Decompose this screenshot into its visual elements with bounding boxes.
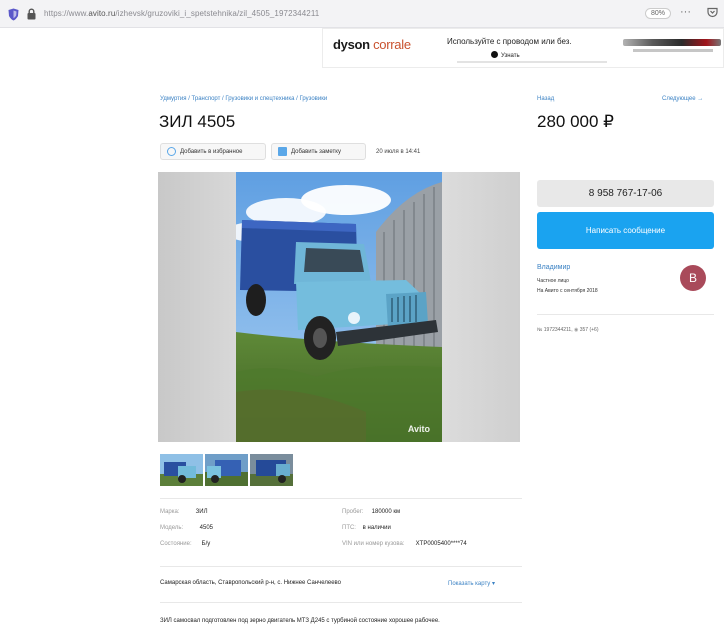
- views-count: 357 (+6): [579, 327, 599, 333]
- param-condition: Состояние: Б/у: [160, 541, 210, 547]
- breadcrumb[interactable]: Удмуртия / Транспорт / Грузовики и спецт…: [160, 96, 327, 102]
- shield-icon[interactable]: [8, 8, 19, 21]
- section-divider: [537, 314, 714, 315]
- section-divider: [160, 602, 522, 603]
- param-brand: Марка: ЗИЛ: [160, 509, 208, 515]
- ad-banner[interactable]: dyson corrale Используйте с проводом или…: [322, 28, 724, 68]
- ad-product-image-shadow: [633, 49, 713, 52]
- thumbnail-3-image: [250, 454, 293, 486]
- next-listing-link[interactable]: Следующее →: [662, 96, 703, 102]
- seller-name-link[interactable]: Владимир: [537, 264, 570, 271]
- gallery-prev-area[interactable]: [158, 172, 236, 442]
- param-label: Модель:: [160, 525, 184, 531]
- seller-since: На Авито с сентября 2018: [537, 288, 598, 294]
- ad-button-label: Узнать: [501, 53, 520, 59]
- param-value: 180000 км: [371, 509, 401, 515]
- lock-icon[interactable]: [26, 8, 37, 20]
- show-map-link[interactable]: Показать карту ▾: [448, 580, 495, 587]
- ad-id-and-views: № 1972344211, ◉ 357 (+6): [537, 327, 599, 333]
- url-path: /izhevsk/gruzoviki_i_spetstehnika/zil_45…: [115, 9, 320, 18]
- listing-description: ЗИЛ самосвал подготовлен под зерно двига…: [160, 618, 440, 624]
- param-label: Марка:: [160, 509, 180, 515]
- truck-photo: [236, 172, 442, 442]
- main-photo[interactable]: Avito: [236, 172, 442, 442]
- ad-product: corrale: [373, 37, 411, 52]
- ad-brand: dyson: [333, 37, 370, 52]
- ad-text: Используйте с проводом или без.: [447, 37, 572, 46]
- param-value: Б/у: [201, 541, 211, 547]
- pocket-icon[interactable]: [707, 7, 718, 18]
- thumbnail-1[interactable]: [160, 454, 203, 486]
- thumbnail-3[interactable]: [250, 454, 293, 486]
- param-pts: ПТС: в наличии: [342, 525, 391, 531]
- heart-icon: [167, 147, 176, 156]
- arrow-circle-icon: [491, 51, 498, 58]
- param-value: XTP0005400****74: [415, 541, 467, 547]
- note-label: Добавить заметку: [291, 148, 341, 155]
- send-message-button[interactable]: Написать сообщение: [537, 212, 714, 249]
- param-label: VIN или номер кузова:: [342, 541, 405, 547]
- prev-listing-link[interactable]: Назад: [537, 96, 554, 102]
- ad-product-image: [623, 39, 721, 46]
- photo-gallery[interactable]: Avito: [158, 172, 520, 442]
- param-model: Модель: 4505: [160, 525, 213, 531]
- thumbnail-2[interactable]: [205, 454, 248, 486]
- seller-type: Частное лицо: [537, 278, 569, 284]
- ad-fine-print: [457, 61, 607, 63]
- param-label: Состояние:: [160, 541, 192, 547]
- note-icon: [278, 147, 287, 156]
- gallery-next-area[interactable]: [442, 172, 520, 442]
- param-value: ЗИЛ: [195, 509, 208, 515]
- avito-watermark: Avito: [407, 424, 430, 434]
- thumbnail-2-image: [205, 454, 248, 486]
- eye-icon: ◉: [573, 327, 579, 333]
- param-label: Пробег:: [342, 509, 364, 515]
- url-prefix: https://www.: [44, 9, 89, 18]
- thumbnail-1-image: [160, 454, 203, 486]
- ad-logo: dyson corrale: [333, 37, 411, 52]
- show-phone-button[interactable]: 8 958 767-17-06: [537, 180, 714, 207]
- url-domain: avito.ru: [88, 9, 116, 18]
- section-divider: [160, 498, 522, 499]
- favorites-label: Добавить в избранное: [180, 148, 243, 155]
- param-value: 4505: [199, 525, 214, 531]
- browser-toolbar: https://www.avito.ru/izhevsk/gruzoviki_i…: [0, 0, 724, 28]
- page-actions-button[interactable]: ···: [680, 6, 691, 18]
- param-mileage: Пробег: 180000 км: [342, 509, 400, 515]
- ad-id: № 1972344211,: [537, 327, 574, 333]
- thumbnail-strip: [160, 454, 293, 486]
- param-value: в наличии: [362, 525, 391, 531]
- zoom-indicator[interactable]: 80%: [645, 8, 672, 19]
- page-title: ЗИЛ 4505: [159, 112, 236, 131]
- param-vin: VIN или номер кузова: XTP0005400****74: [342, 541, 467, 547]
- avatar[interactable]: В: [680, 265, 706, 291]
- section-divider: [160, 566, 522, 567]
- publish-date: 20 июля в 14:41: [376, 149, 421, 155]
- address-bar[interactable]: https://www.avito.ru/izhevsk/gruzoviki_i…: [44, 9, 319, 18]
- add-to-favorites-button[interactable]: Добавить в избранное: [160, 143, 266, 160]
- location-address: Самарская область, Ставропольский р-н, с…: [160, 580, 341, 586]
- price: 280 000 ₽: [537, 112, 614, 131]
- ad-learn-more-button[interactable]: Узнать: [491, 51, 520, 59]
- param-label: ПТС:: [342, 525, 356, 531]
- add-note-button[interactable]: Добавить заметку: [271, 143, 366, 160]
